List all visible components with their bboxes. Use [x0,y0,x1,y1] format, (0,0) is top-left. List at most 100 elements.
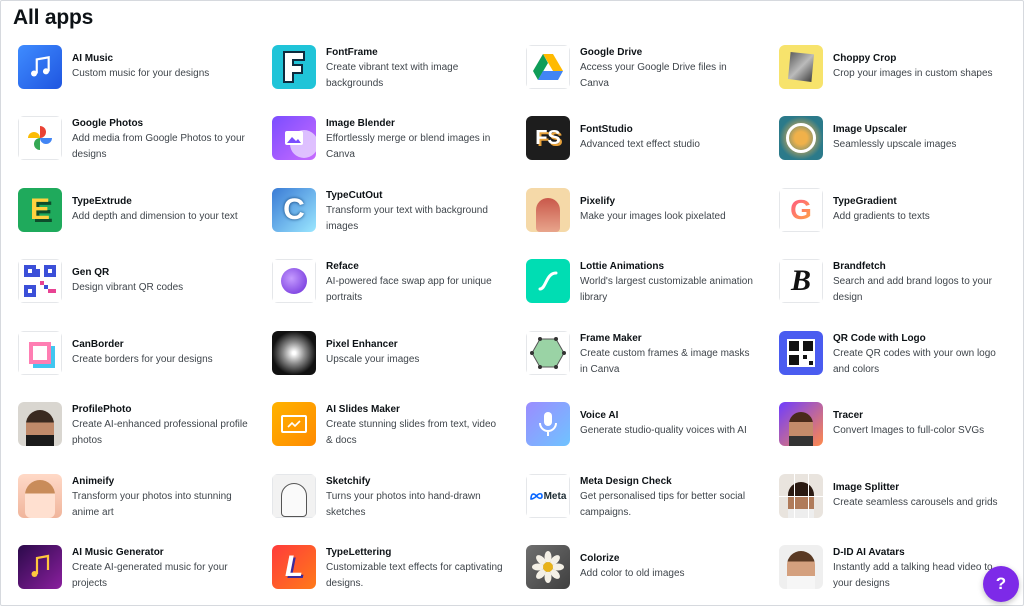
app-card-google-photos[interactable]: Google Photos Add media from Google Photo… [18,116,250,162]
app-card-ai-slides-maker[interactable]: AI Slides Maker Create stunning slides fr… [272,402,504,448]
app-text: CanBorder Create borders for your designs [72,337,250,368]
app-text: Sketchify Turns your photos into hand-dra… [326,474,504,520]
app-name: ProfilePhoto [72,404,132,415]
app-card-frame-maker[interactable]: Frame Maker Create custom frames & image … [526,331,758,377]
app-name: Sketchify [326,476,371,487]
app-text: Brandfetch Search and add brand logos to … [833,259,1011,305]
app-description: Upscale your images [326,354,420,365]
app-description: Create borders for your designs [72,354,213,365]
fontstudio-fs-icon: FS [526,116,570,160]
app-name: Brandfetch [833,261,886,272]
help-button[interactable]: ? [983,566,1019,602]
app-text: ProfilePhoto Create AI-enhanced professio… [72,402,250,448]
apps-grid: AI Music Custom music for your designs Fon… [18,45,1018,606]
app-card-ai-music-generator[interactable]: AI Music Generator Create AI-generated mu… [18,545,250,591]
app-text: AI Slides Maker Create stunning slides fr… [326,402,504,448]
pixel-enhancer-icon [272,331,316,375]
app-name: Colorize [580,553,620,564]
music-generator-icon [18,545,62,589]
app-name: TypeLettering [326,547,392,558]
app-name: Lottie Animations [580,261,665,272]
app-text: Image Blender Effortlessly merge or blend… [326,116,504,162]
app-description: Effortlessly merge or blend images in Ca… [326,133,491,160]
app-card-fontframe[interactable]: FontFrame Create vibrant text with image … [272,45,504,91]
app-card-qr-code-with-logo[interactable]: QR Code with Logo Create QR codes with yo… [779,331,1011,377]
app-name: Voice AI [580,410,619,421]
app-card-animeify[interactable]: Animeify Transform your photos into stunn… [18,474,250,520]
app-card-choppy-crop[interactable]: Choppy Crop Crop your images in custom sh… [779,45,1011,89]
app-name: TypeCutOut [326,190,383,201]
app-card-typegradient[interactable]: G TypeGradient Add gradients to texts [779,188,1011,232]
app-name: AI Music [72,53,114,64]
app-name: TypeGradient [833,196,897,207]
app-card-image-splitter[interactable]: Image Splitter Create seamless carousels … [779,474,1011,518]
app-card-lottie-animations[interactable]: Lottie Animations World's largest customi… [526,259,758,305]
app-description: Add depth and dimension to your text [72,211,238,222]
app-description: Add gradients to texts [833,211,930,222]
google-drive-icon [526,45,570,89]
app-card-pixel-enhancer[interactable]: Pixel Enhancer Upscale your images [272,331,504,375]
app-description: Crop your images in custom shapes [833,68,993,79]
app-card-google-drive[interactable]: Google Drive Access your Google Drive fil… [526,45,758,91]
brandfetch-b-icon: B [779,259,823,303]
app-card-gen-qr[interactable]: Gen QR Design vibrant QR codes [18,259,250,303]
app-name: Reface [326,261,359,272]
meta-logo-text: Meta [543,490,567,502]
app-card-typeextrude[interactable]: E TypeExtrude Add depth and dimension to y… [18,188,250,232]
app-text: TypeExtrude Add depth and dimension to yo… [72,194,250,225]
app-name: Pixelify [580,196,616,207]
app-name: Image Blender [326,118,395,129]
app-name: FontFrame [326,47,378,58]
app-text: QR Code with Logo Create QR codes with yo… [833,331,1011,377]
app-text: Google Photos Add media from Google Photo… [72,116,250,162]
app-text: Colorize Add color to old images [580,551,758,582]
app-text: Pixel Enhancer Upscale your images [326,337,504,368]
app-name: AI Music Generator [72,547,164,558]
app-description: Turns your photos into hand-drawn sketch… [326,491,481,518]
app-card-colorize[interactable]: Colorize Add color to old images [526,545,758,589]
app-name: AI Slides Maker [326,404,400,415]
app-name: Image Upscaler [833,124,907,135]
app-card-sketchify[interactable]: Sketchify Turns your photos into hand-dra… [272,474,504,520]
app-card-typecutout[interactable]: C TypeCutOut Transform your text with back… [272,188,504,234]
profile-photo-icon [18,402,62,446]
app-description: Create AI-generated music for your proje… [72,562,228,589]
app-card-brandfetch[interactable]: B Brandfetch Search and add brand logos to… [779,259,1011,305]
app-description: Convert Images to full-color SVGs [833,425,985,436]
app-name: Gen QR [72,267,110,278]
app-name: Pixel Enhancer [326,339,398,350]
image-splitter-icon [779,474,823,518]
app-text: TypeLettering Customizable text effects f… [326,545,504,591]
app-card-profilephoto[interactable]: ProfilePhoto Create AI-enhanced professio… [18,402,250,448]
app-card-voice-ai[interactable]: Voice AI Generate studio-quality voices w… [526,402,758,446]
app-name: CanBorder [72,339,124,350]
app-name: Choppy Crop [833,53,897,64]
app-text: Reface AI-powered face swap app for uniqu… [326,259,504,305]
app-card-meta-design-check[interactable]: Meta Meta Design Check Get personalised ti… [526,474,758,520]
canborder-icon [18,331,62,375]
app-text: AI Music Generator Create AI-generated mu… [72,545,250,591]
app-card-typelettering[interactable]: L TypeLettering Customizable text effects … [272,545,504,591]
music-note-icon [18,45,62,89]
app-text: FontFrame Create vibrant text with image … [326,45,504,91]
app-text: FontStudio Advanced text effect studio [580,122,758,153]
app-card-ai-music[interactable]: AI Music Custom music for your designs [18,45,250,89]
app-card-pixelify[interactable]: Pixelify Make your images look pixelated [526,188,758,232]
app-card-tracer[interactable]: Tracer Convert Images to full-color SVGs [779,402,1011,446]
app-description: Make your images look pixelated [580,211,726,222]
lottie-icon [526,259,570,303]
app-card-fontstudio[interactable]: FS FontStudio Advanced text effect studio [526,116,758,160]
app-card-canborder[interactable]: CanBorder Create borders for your designs [18,331,250,375]
choppy-crop-icon [779,45,823,89]
qr-code-icon [18,259,62,303]
app-card-d-id-ai-avatars[interactable]: D-ID AI Avatars Instantly add a talking h… [779,545,1011,591]
app-name: Frame Maker [580,333,642,344]
google-photos-icon [18,116,62,160]
reface-icon [272,259,316,303]
app-description: Transform your text with background imag… [326,205,488,232]
app-description: Seamlessly upscale images [833,139,957,150]
app-card-image-upscaler[interactable]: Image Upscaler Seamlessly upscale images [779,116,1011,160]
app-card-reface[interactable]: Reface AI-powered face swap app for uniqu… [272,259,504,305]
fontframe-f-icon [272,45,316,89]
app-card-image-blender[interactable]: Image Blender Effortlessly merge or blend… [272,116,504,162]
